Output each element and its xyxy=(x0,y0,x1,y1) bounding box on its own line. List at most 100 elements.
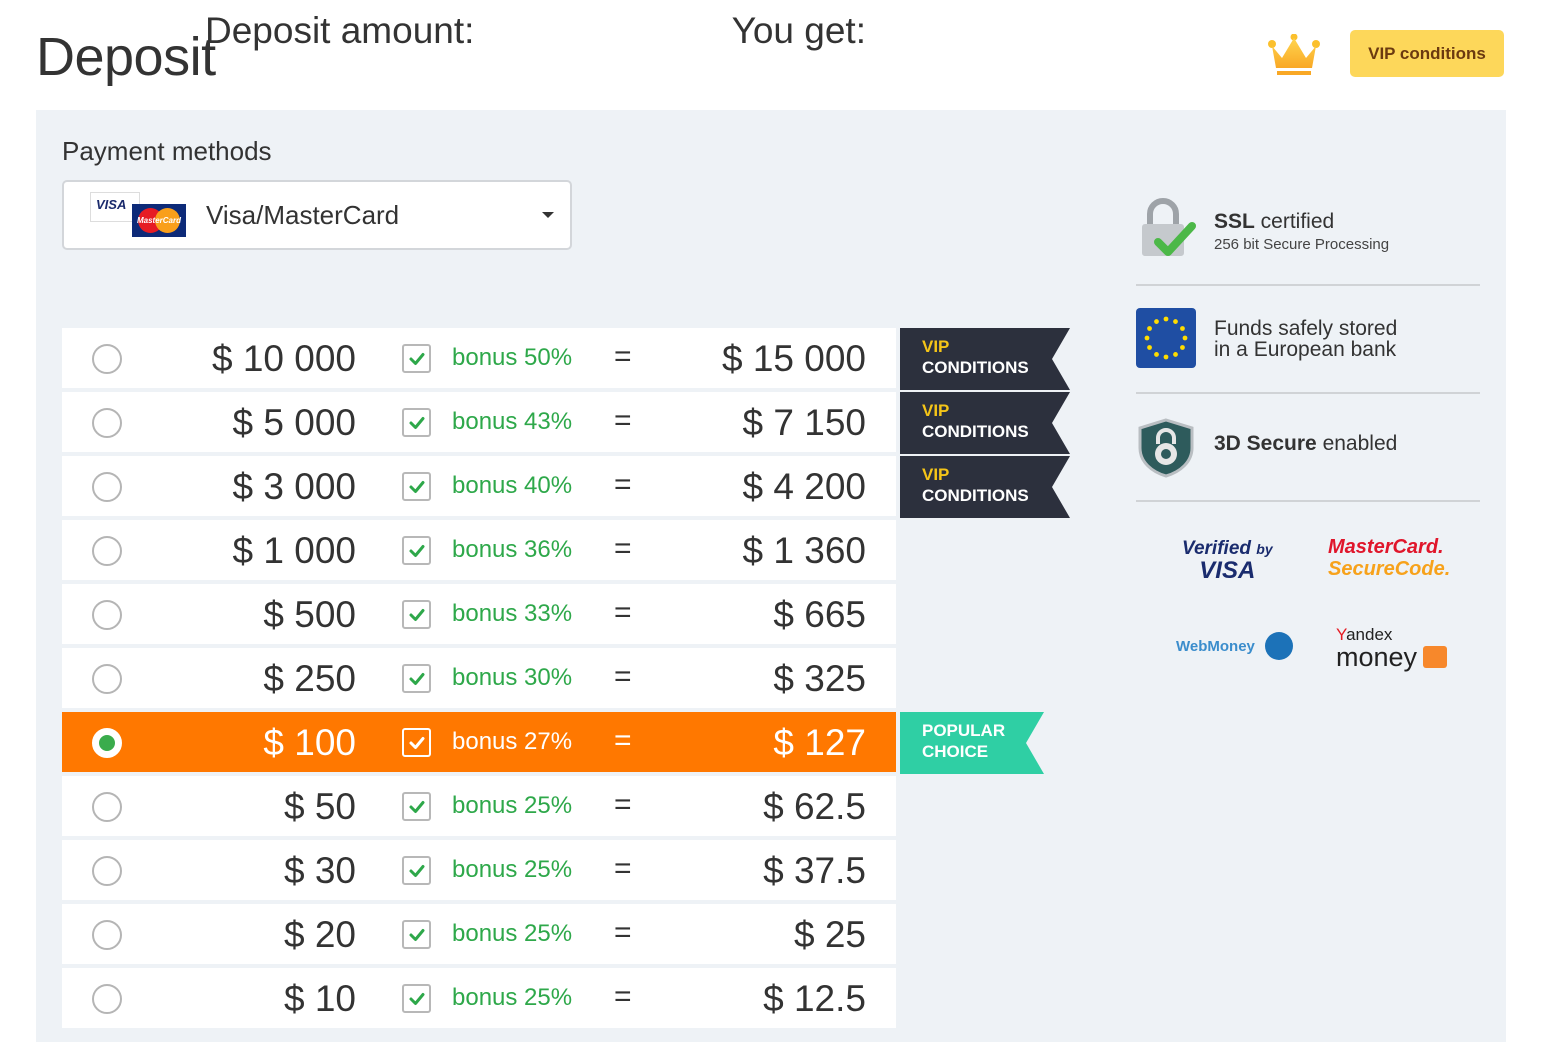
you-get-header: You get: xyxy=(731,10,866,51)
radio-button[interactable] xyxy=(92,536,122,566)
radio-button[interactable] xyxy=(92,664,122,694)
you-get-amount: $ 25 xyxy=(793,914,866,955)
radio-button[interactable] xyxy=(92,728,122,758)
bonus-checkbox[interactable] xyxy=(402,408,431,437)
payment-logos: Verified by VISA MasterCard. SecureCode.… xyxy=(1160,530,1460,690)
checkmark-icon xyxy=(408,798,426,816)
deposit-option-row[interactable]: $ 10 bonus 25% = $ 12.5 xyxy=(62,968,896,1028)
bonus-checkbox[interactable] xyxy=(402,920,431,949)
bonus-checkbox[interactable] xyxy=(402,792,431,821)
deposit-option-row[interactable]: $ 500 bonus 33% = $ 665 xyxy=(62,584,896,644)
bonus-label: bonus 27% xyxy=(452,728,573,755)
deposit-option-row[interactable]: $ 30 bonus 25% = $ 37.5 xyxy=(62,840,896,900)
radio-button[interactable] xyxy=(92,792,122,822)
ribbon-line1: POPULAR xyxy=(922,721,1006,740)
equals-sign: = xyxy=(614,660,632,693)
radio-button[interactable] xyxy=(92,600,122,630)
bonus-checkbox[interactable] xyxy=(402,600,431,629)
equals-sign: = xyxy=(614,468,632,501)
padlock-check-icon xyxy=(1142,198,1196,256)
bonus-checkbox[interactable] xyxy=(402,856,431,885)
radio-button[interactable] xyxy=(92,920,122,950)
deposit-amount: $ 250 xyxy=(263,658,356,699)
bonus-label: bonus 50% xyxy=(452,344,573,371)
bonus-label: bonus 33% xyxy=(452,600,573,627)
popular-choice-ribbon: POPULAR CHOICE xyxy=(900,712,1044,774)
ribbon-line2: CONDITIONS xyxy=(922,486,1029,505)
vip-conditions-ribbon[interactable]: VIP CONDITIONS xyxy=(900,456,1070,518)
radio-button[interactable] xyxy=(92,344,122,374)
you-get-amount: $ 127 xyxy=(773,722,866,763)
radio-button[interactable] xyxy=(92,472,122,502)
you-get-amount: $ 37.5 xyxy=(763,850,866,891)
equals-sign: = xyxy=(614,532,632,565)
checkmark-icon xyxy=(408,414,426,432)
ribbon-line1: VIP xyxy=(922,465,950,484)
equals-sign: = xyxy=(614,404,632,437)
vip-conditions-button[interactable]: VIP conditions xyxy=(1350,30,1504,77)
deposit-option-row[interactable]: $ 10 000 bonus 50% = $ 15 000 xyxy=(62,328,896,388)
bonus-checkbox[interactable] xyxy=(402,536,431,565)
deposit-amount: $ 20 xyxy=(283,914,356,955)
you-get-amount: $ 7 150 xyxy=(742,402,866,443)
radio-button[interactable] xyxy=(92,984,122,1014)
you-get-amount: $ 62.5 xyxy=(763,786,866,827)
bonus-label: bonus 43% xyxy=(452,408,573,435)
checkmark-icon xyxy=(408,926,426,944)
bonus-label: bonus 25% xyxy=(452,856,573,883)
verified-by-visa-logo: Verified by VISA xyxy=(1182,538,1273,584)
webmoney-globe-icon xyxy=(1264,632,1293,660)
deposit-option-row[interactable]: $ 20 bonus 25% = $ 25 xyxy=(62,904,896,964)
deposit-amount-header: Deposit amount: xyxy=(205,10,475,51)
you-get-amount: $ 665 xyxy=(773,594,866,635)
bonus-checkbox[interactable] xyxy=(402,984,431,1013)
wallet-icon xyxy=(1423,646,1448,668)
trust-badges: SSL certified 256 bit Secure Processing … xyxy=(1136,178,1480,502)
deposit-option-row[interactable]: $ 3 000 bonus 40% = $ 4 200 xyxy=(62,456,896,516)
checkmark-icon xyxy=(408,606,426,624)
deposit-amount: $ 100 xyxy=(263,722,356,763)
checkmark-icon xyxy=(408,862,426,880)
bonus-label: bonus 25% xyxy=(452,792,573,819)
bonus-label: bonus 25% xyxy=(452,984,573,1011)
deposit-option-row[interactable]: $ 5 000 bonus 43% = $ 7 150 xyxy=(62,392,896,452)
checkmark-icon xyxy=(408,670,426,688)
equals-sign: = xyxy=(614,596,632,629)
ssl-badge: SSL certified 256 bit Secure Processing xyxy=(1136,178,1480,286)
deposit-amount: $ 10 000 xyxy=(211,338,356,379)
vip-conditions-ribbon[interactable]: VIP CONDITIONS xyxy=(900,328,1070,390)
deposit-amount: $ 10 xyxy=(283,978,356,1019)
bonus-checkbox[interactable] xyxy=(402,728,431,757)
bonus-label: bonus 25% xyxy=(452,920,573,947)
equals-sign: = xyxy=(614,980,632,1013)
deposit-option-row[interactable]: $ 50 bonus 25% = $ 62.5 xyxy=(62,776,896,836)
checkmark-icon xyxy=(408,350,426,368)
checkmark-icon xyxy=(408,990,426,1008)
deposit-option-row[interactable]: $ 250 bonus 30% = $ 325 xyxy=(62,648,896,708)
ribbon-line2: CONDITIONS xyxy=(922,422,1029,441)
you-get-amount: $ 15 000 xyxy=(721,338,866,379)
bonus-checkbox[interactable] xyxy=(402,344,431,373)
webmoney-logo: WebMoney xyxy=(1176,632,1293,660)
equals-sign: = xyxy=(614,340,632,373)
equals-sign: = xyxy=(614,852,632,885)
radio-button[interactable] xyxy=(92,408,122,438)
payment-method-select[interactable]: VISA MasterCard Visa/MasterCard xyxy=(62,180,572,250)
deposit-amount: $ 5 000 xyxy=(232,402,356,443)
equals-sign: = xyxy=(614,916,632,949)
radio-button[interactable] xyxy=(92,856,122,886)
yandex-money-logo: Yandex money xyxy=(1336,624,1448,673)
bonus-label: bonus 40% xyxy=(452,472,573,499)
checkmark-icon xyxy=(408,734,426,752)
ssl-subtitle: 256 bit Secure Processing xyxy=(1214,236,1390,253)
3d-secure-badge: 3D Secure enabled xyxy=(1136,394,1480,502)
deposit-option-row[interactable]: $ 1 000 bonus 36% = $ 1 360 xyxy=(62,520,896,580)
vip-conditions-ribbon[interactable]: VIP CONDITIONS xyxy=(900,392,1070,454)
deposit-amount: $ 3 000 xyxy=(232,466,356,507)
you-get-amount: $ 325 xyxy=(773,658,866,699)
bonus-checkbox[interactable] xyxy=(402,472,431,501)
you-get-amount: $ 12.5 xyxy=(763,978,866,1019)
ribbon-line2: CONDITIONS xyxy=(922,358,1029,377)
bonus-checkbox[interactable] xyxy=(402,664,431,693)
deposit-option-row[interactable]: $ 100 bonus 27% = $ 127 xyxy=(62,712,896,772)
